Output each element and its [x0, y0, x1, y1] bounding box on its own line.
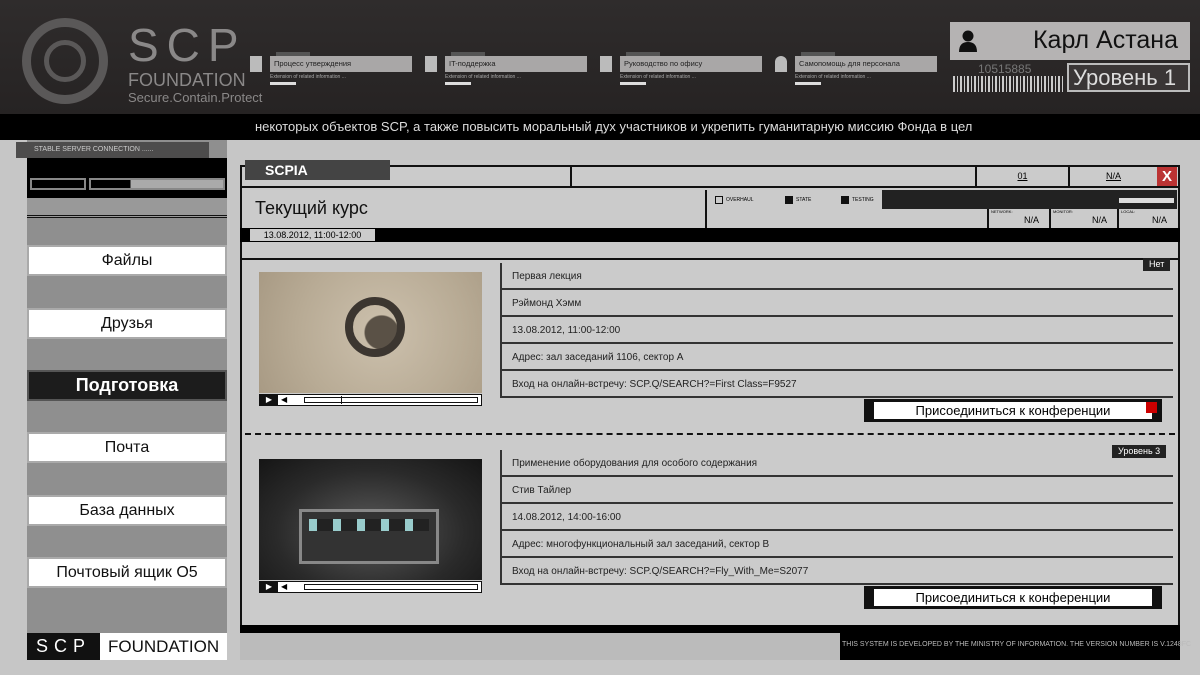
sidebar-status	[27, 158, 227, 198]
server-connection-label: STABLE SERVER CONNECTION ......	[16, 142, 209, 158]
divider	[245, 433, 1175, 435]
sidebar-item-files[interactable]: Файлы	[27, 245, 227, 276]
mute-button[interactable]: ◀	[281, 582, 287, 591]
course-title: Применение оборудования для особого соде…	[500, 450, 1173, 477]
course-thumbnail[interactable]	[259, 459, 482, 580]
nav-sub: Extension of related information ...	[270, 74, 346, 80]
nav-approval[interactable]: Процесс утверждения Extension of related …	[250, 52, 415, 92]
close-button[interactable]: X	[1157, 167, 1177, 186]
legend-testing: TESTING	[852, 197, 874, 203]
header-cell-01: 01	[975, 167, 1068, 186]
nav-sub: Extension of related information ...	[445, 74, 521, 80]
scp-logo-inner	[44, 40, 86, 82]
local-value: N/A	[1151, 215, 1167, 225]
join-conference-button[interactable]: Присоединиться к конференции	[864, 399, 1162, 422]
play-button[interactable]: ▶	[260, 395, 278, 405]
person-icon	[775, 56, 787, 72]
mute-button[interactable]: ◀	[281, 395, 287, 404]
nav-label: Самопомощь для персонала	[795, 56, 937, 72]
date-bar	[240, 228, 1180, 242]
course-link[interactable]: Вход на онлайн-встречу: SCP.Q/SEARCH?=Fi…	[500, 371, 1173, 398]
current-date: 13.08.2012, 11:00-12:00	[250, 229, 375, 241]
nav-label: Процесс утверждения	[270, 56, 412, 72]
nav-office-guide[interactable]: Руководство по офису Extension of related…	[600, 52, 765, 92]
monitor-label: MONITOR:	[1053, 209, 1073, 214]
footer-scp: SCP	[27, 633, 100, 660]
version-notice: THIS SYSTEM IS DEVELOPED BY THE MINISTRY…	[842, 641, 1192, 648]
stamp-icon	[250, 56, 262, 72]
course-link[interactable]: Вход на онлайн-встречу: SCP.Q/SEARCH?=Fl…	[500, 558, 1173, 585]
course-address: Адрес: многофункциональный зал заседаний…	[500, 531, 1173, 558]
video-progress-bar[interactable]	[304, 396, 478, 404]
user-card[interactable]: Карл Астана	[950, 22, 1190, 60]
video-controls: ▶ ◀	[259, 394, 482, 406]
nav-label: IT-поддержка	[445, 56, 587, 72]
brand-motto: Secure.Contain.Protect	[128, 90, 263, 105]
header-cell-na: N/A	[1068, 167, 1157, 186]
connection-progress	[89, 178, 225, 190]
user-icon	[959, 30, 977, 52]
brand-name: SCP	[128, 19, 247, 71]
monitor-value: N/A	[1091, 215, 1107, 225]
course-thumbnail[interactable]	[259, 272, 482, 393]
course-time: 14.08.2012, 14:00-16:00	[500, 504, 1173, 531]
sidebar-item-friends[interactable]: Друзья	[27, 308, 227, 339]
legend-overhaul: OVERHAUL	[726, 197, 754, 203]
live-indicator	[1146, 402, 1157, 413]
sidebar-item-database[interactable]: База данных	[27, 495, 227, 526]
user-id: 10515885	[978, 62, 1032, 76]
barcode-icon	[953, 76, 1063, 92]
news-ticker: некоторых объектов SCP, а также повысить…	[0, 114, 1200, 140]
join-conference-button[interactable]: Присоединиться к конференции	[864, 586, 1162, 609]
computer-icon	[425, 56, 437, 72]
course-time: 13.08.2012, 11:00-12:00	[500, 317, 1173, 344]
nav-sub: Extension of related information ...	[620, 74, 696, 80]
user-name: Карл Астана	[1032, 26, 1178, 54]
status-panel: OVERHAUL STATE TESTING NETWORK: N/A MONIT…	[705, 190, 1177, 228]
join-label: Присоединиться к конференции	[874, 589, 1152, 606]
brand-sub: FOUNDATION	[128, 70, 246, 90]
user-level: Уровень 1	[1067, 63, 1190, 92]
video-progress-bar[interactable]	[304, 584, 478, 590]
video-controls: ▶ ◀	[259, 581, 482, 593]
legend-state: STATE	[796, 197, 812, 203]
play-button[interactable]: ▶	[260, 582, 278, 592]
window-tab[interactable]: SCPIA	[245, 160, 390, 180]
sidebar-item-training[interactable]: Подготовка	[27, 370, 227, 401]
footer-foundation: FOUNDATION	[108, 637, 220, 656]
local-label: LOCAL:	[1121, 209, 1136, 214]
network-label: NETWORK:	[991, 209, 1013, 214]
books-icon	[600, 56, 612, 72]
nav-sub: Extension of related information ...	[795, 74, 871, 80]
sidebar-item-mail[interactable]: Почта	[27, 432, 227, 463]
page-title: Текущий курс	[255, 198, 368, 218]
course-title: Первая лекция	[500, 263, 1173, 290]
nav-label: Руководство по офису	[620, 56, 762, 72]
course-address: Адрес: зал заседаний 1106, сектор А	[500, 344, 1173, 371]
course-lecturer: Стив Тайлер	[500, 477, 1173, 504]
sidebar-item-o5-mailbox[interactable]: Почтовый ящик О5	[27, 557, 227, 588]
nav-self-help[interactable]: Самопомощь для персонала Extension of rel…	[775, 52, 940, 92]
nav-it-support[interactable]: IT-поддержка Extension of related informa…	[425, 52, 590, 92]
network-value: N/A	[1023, 215, 1039, 225]
join-label: Присоединиться к конференции	[874, 402, 1152, 419]
sidebar-footer-logo: SCP FOUNDATION	[27, 633, 227, 660]
course-lecturer: Рэймонд Хэмм	[500, 290, 1173, 317]
